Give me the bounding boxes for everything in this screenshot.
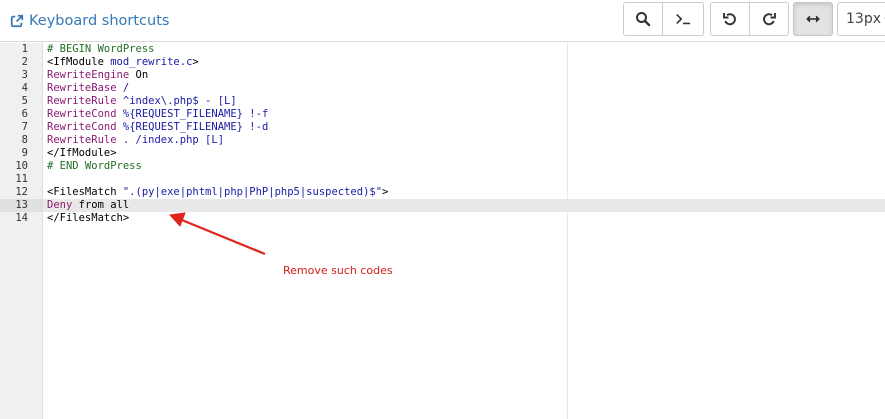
line-number: 12 (15, 186, 28, 198)
line-number: 5 (21, 95, 28, 107)
code-line: <IfModule mod_rewrite.c> (47, 56, 199, 69)
code-token-tag: <IfModule (47, 56, 111, 68)
code-token-tag: <FilesMatch (47, 186, 123, 198)
code-token-comment: # BEGIN WordPress (47, 43, 155, 55)
code-line: Deny from all (47, 199, 129, 212)
keyboard-shortcuts-label: Keyboard shortcuts (29, 13, 170, 29)
code-token-comment: # END WordPress (47, 160, 142, 172)
word-wrap-toggle[interactable] (793, 2, 833, 36)
code-line: RewriteCond %{REQUEST_FILENAME} !-f (47, 108, 268, 121)
undo-icon (722, 11, 738, 27)
code-token-keyword: RewriteRule (47, 134, 117, 146)
active-line-highlight (43, 199, 885, 212)
line-number: 7 (21, 121, 28, 133)
code-line: RewriteBase / (47, 82, 129, 95)
code-line: RewriteRule ^index\.php$ - [L] (47, 95, 237, 108)
redo-button[interactable] (749, 2, 789, 36)
code-token-plain: from all (72, 199, 130, 211)
search-button[interactable] (623, 2, 663, 36)
code-token-keyword: RewriteRule (47, 95, 117, 107)
line-number: 1 (21, 43, 28, 55)
code-token-string: / (116, 82, 130, 94)
terminal-icon (675, 11, 691, 27)
undo-button[interactable] (710, 2, 750, 36)
code-token-plain: On (129, 69, 149, 81)
wrap-arrows-icon (805, 11, 821, 27)
line-number-gutter: 1 2 3 4 5 6 7 8 9 10 11 12 13 14 (0, 43, 43, 419)
code-token-string: ^index\.php$ - [L] (116, 95, 237, 107)
annotation-text: Remove such codes (283, 264, 393, 277)
external-link-icon (10, 14, 24, 28)
print-margin (567, 43, 568, 419)
line-number: 9 (21, 147, 28, 159)
code-line: RewriteRule . /index.php [L] (47, 134, 224, 147)
code-token-string: %{REQUEST_FILENAME} !-f (116, 108, 269, 120)
code-line: </IfModule> (47, 147, 117, 160)
goto-line-button[interactable] (662, 2, 704, 36)
code-token-keyword: RewriteEngine (47, 69, 130, 81)
line-number: 6 (21, 108, 28, 120)
search-icon (635, 11, 651, 27)
code-line: <FilesMatch ".(py|exe|phtml|php|PhP|php5… (47, 186, 388, 199)
code-token-tag: </FilesMatch> (47, 212, 130, 224)
code-token-string: mod_rewrite.c (110, 56, 193, 68)
code-line: # BEGIN WordPress (47, 43, 154, 56)
line-number: 4 (21, 82, 28, 94)
code-line: RewriteEngine On (47, 69, 148, 82)
code-editor[interactable]: # BEGIN WordPress <IfModule mod_rewrite.c… (43, 43, 885, 419)
code-token-keyword: RewriteCond (47, 121, 117, 133)
code-token-string: ".(py|exe|phtml|php|PhP|php5|suspected)$… (122, 186, 383, 198)
code-token-tag: > (382, 186, 389, 198)
editor-toolbar: Keyboard shortcuts 13px (0, 0, 885, 42)
code-token-keyword: Deny (47, 199, 73, 211)
code-token-tag: </IfModule> (47, 147, 117, 159)
line-number: 8 (21, 134, 28, 146)
code-token-tag: > (192, 56, 199, 68)
code-token-keyword: RewriteCond (47, 108, 117, 120)
line-number: 3 (21, 69, 28, 81)
code-token-string: . /index.php [L] (116, 134, 225, 146)
code-token-keyword: RewriteBase (47, 82, 117, 94)
redo-icon (761, 11, 777, 27)
line-number: 11 (15, 173, 28, 185)
line-number: 10 (15, 160, 28, 172)
font-size-value: 13px (846, 11, 881, 27)
keyboard-shortcuts-link[interactable]: Keyboard shortcuts (10, 11, 169, 31)
line-number: 13 (15, 199, 28, 211)
code-line: RewriteCond %{REQUEST_FILENAME} !-d (47, 121, 268, 134)
line-number: 14 (15, 212, 28, 224)
line-number: 2 (21, 56, 28, 68)
code-token-string: %{REQUEST_FILENAME} !-d (116, 121, 269, 133)
font-size-select[interactable]: 13px (837, 2, 885, 36)
code-line: </FilesMatch> (47, 212, 129, 225)
code-line: # END WordPress (47, 160, 142, 173)
